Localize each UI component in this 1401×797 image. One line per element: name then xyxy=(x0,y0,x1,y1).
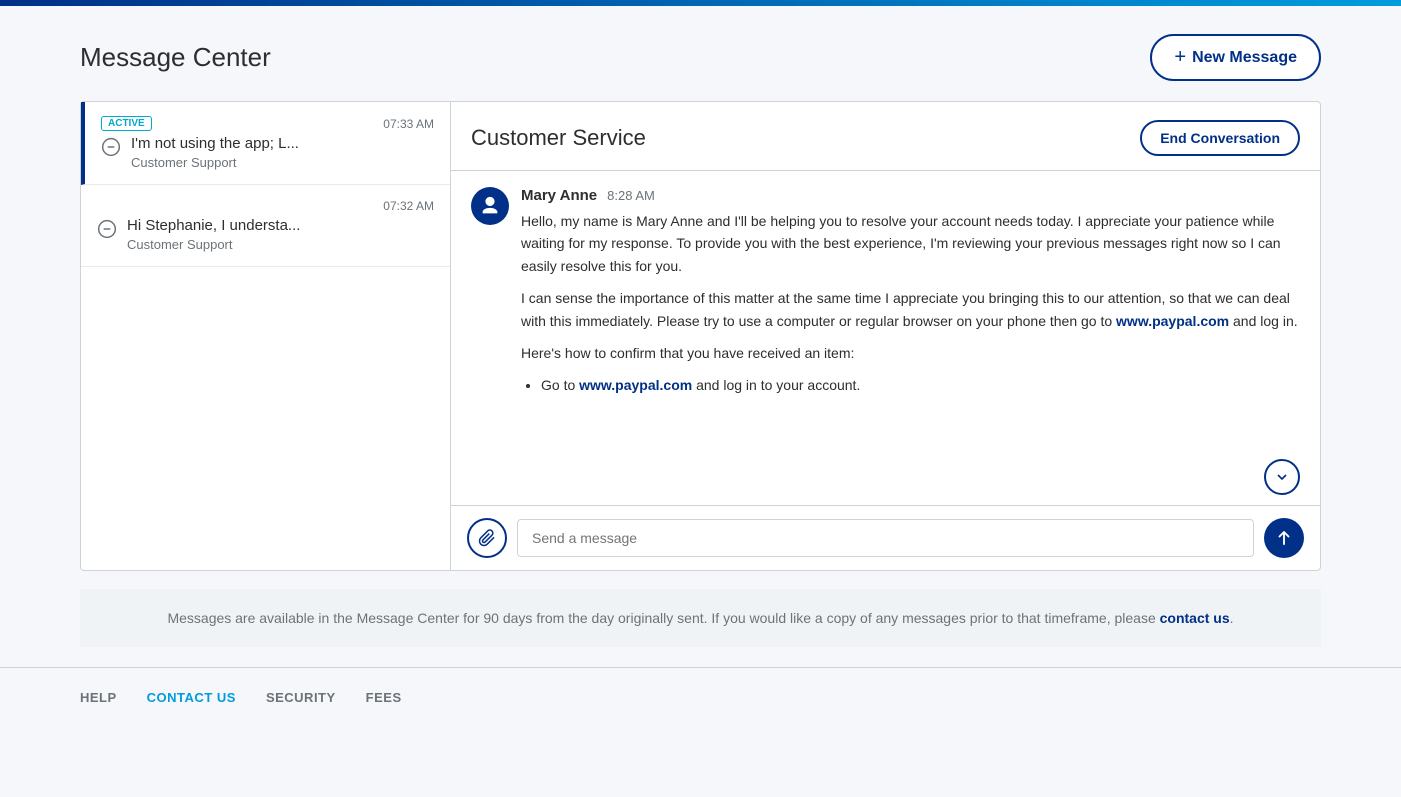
message-bubble-1: Mary Anne 8:28 AM Hello, my name is Mary… xyxy=(471,187,1300,403)
conversation-header: Customer Service End Conversation xyxy=(451,102,1320,171)
nav-link-help[interactable]: HELP xyxy=(80,690,117,705)
message-icon-2 xyxy=(97,219,117,239)
bubble-sender: Mary Anne xyxy=(521,187,597,204)
message-input-area xyxy=(451,505,1320,570)
plus-icon: + xyxy=(1174,46,1186,69)
paypal-link-2[interactable]: www.paypal.com xyxy=(579,377,692,393)
bottom-nav: HELP CONTACT US SECURITY FEES xyxy=(0,667,1401,715)
bubble-content-1: Mary Anne 8:28 AM Hello, my name is Mary… xyxy=(521,187,1300,403)
nav-link-contact-us[interactable]: CONTACT US xyxy=(147,690,236,705)
nav-link-security[interactable]: SECURITY xyxy=(266,690,336,705)
main-content: ACTIVE 07:33 AM I'm not using the app; L… xyxy=(80,101,1321,571)
message-item-2[interactable]: 07:32 AM Hi Stephanie, I understa... Cus… xyxy=(81,185,450,267)
message-list-panel: ACTIVE 07:33 AM I'm not using the app; L… xyxy=(81,102,451,570)
new-message-label: New Message xyxy=(1192,49,1297,67)
bubble-text: Hello, my name is Mary Anne and I'll be … xyxy=(521,210,1300,397)
bubble-para-1: Hello, my name is Mary Anne and I'll be … xyxy=(521,210,1300,277)
conversation-panel: Customer Service End Conversation Mary A… xyxy=(451,102,1320,570)
paypal-link-1[interactable]: www.paypal.com xyxy=(1116,313,1229,329)
message-time-1: 07:33 AM xyxy=(383,117,434,131)
send-button[interactable] xyxy=(1264,518,1304,558)
bubble-para-2: I can sense the importance of this matte… xyxy=(521,287,1300,332)
message-subject-1: I'm not using the app; L... xyxy=(131,135,299,152)
page-header: Message Center + New Message xyxy=(80,6,1321,101)
conversation-title: Customer Service xyxy=(471,125,646,151)
footer-note-text2: . xyxy=(1230,610,1234,626)
message-item-1[interactable]: ACTIVE 07:33 AM I'm not using the app; L… xyxy=(81,102,450,185)
nav-link-fees[interactable]: FEES xyxy=(366,690,402,705)
avatar xyxy=(471,187,509,225)
conversation-messages: Mary Anne 8:28 AM Hello, my name is Mary… xyxy=(451,171,1320,505)
message-category-1: Customer Support xyxy=(131,155,299,170)
footer-note-text1: Messages are available in the Message Ce… xyxy=(167,610,1159,626)
active-badge: ACTIVE xyxy=(101,116,152,131)
scroll-down-button[interactable] xyxy=(1264,459,1300,495)
end-conversation-button[interactable]: End Conversation xyxy=(1140,120,1300,156)
message-icon-1 xyxy=(101,137,121,157)
bullet-item-1: Go to www.paypal.com and log in to your … xyxy=(541,374,1300,396)
page-title: Message Center xyxy=(80,42,271,73)
bubble-para-3: Here's how to confirm that you have rece… xyxy=(521,342,1300,364)
bubble-header-1: Mary Anne 8:28 AM xyxy=(521,187,1300,204)
contact-us-link[interactable]: contact us xyxy=(1160,610,1230,626)
bubble-time: 8:28 AM xyxy=(607,188,655,203)
message-input[interactable] xyxy=(517,519,1254,557)
message-category-2: Customer Support xyxy=(127,237,300,252)
message-time-2: 07:32 AM xyxy=(383,199,434,213)
footer-note: Messages are available in the Message Ce… xyxy=(80,589,1321,647)
new-message-button[interactable]: + New Message xyxy=(1150,34,1321,81)
message-subject-2: Hi Stephanie, I understa... xyxy=(127,217,300,234)
attach-button[interactable] xyxy=(467,518,507,558)
